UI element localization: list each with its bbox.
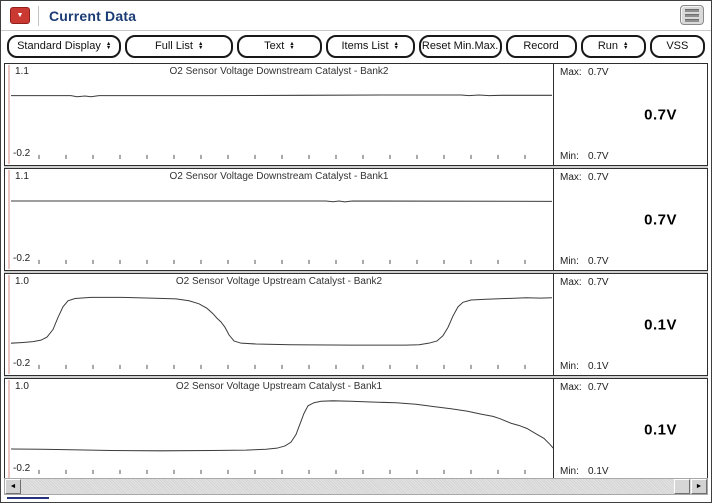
reset-minmax-button[interactable]: Reset Min.Max. <box>419 35 502 58</box>
max-readout: Max:0.7V <box>560 67 609 78</box>
menu-dropdown-icon: ▼ <box>17 12 24 19</box>
value-region: Max:0.7V 0.1V Min:0.1V <box>553 274 707 375</box>
min-value: 0.7V <box>588 256 609 267</box>
max-value: 0.7V <box>588 172 609 183</box>
max-value: 0.7V <box>588 277 609 288</box>
list-view-button[interactable] <box>680 5 704 25</box>
window-menu-button[interactable]: ▼ <box>10 7 30 24</box>
button-label: Items List <box>341 40 388 52</box>
chart-title: O2 Sensor Voltage Upstream Catalyst - Ba… <box>5 276 553 287</box>
chart-panel-upstream-bank2: 1.0 O2 Sensor Voltage Upstream Catalyst … <box>4 273 708 376</box>
min-readout: Min:0.7V <box>560 256 609 267</box>
max-value: 0.7V <box>588 67 609 78</box>
min-value: 0.7V <box>588 151 609 162</box>
display-mode-dropdown[interactable]: Standard Display ▲▼ <box>7 35 121 58</box>
current-value: 0.7V <box>644 106 677 123</box>
items-list-dropdown[interactable]: Items List ▲▼ <box>326 35 415 58</box>
list-view-icon <box>685 9 699 12</box>
horizontal-scrollbar[interactable]: ◄ ► <box>4 478 708 495</box>
view-type-dropdown[interactable]: Text ▲▼ <box>237 35 322 58</box>
min-label: Min: <box>560 361 588 372</box>
current-value: 0.1V <box>644 421 677 438</box>
chart-region: 1.0 O2 Sensor Voltage Upstream Catalyst … <box>5 274 553 375</box>
list-view-icon <box>685 14 699 17</box>
popup-arrows-icon: ▲▼ <box>289 42 294 51</box>
chart-title: O2 Sensor Voltage Downstream Catalyst - … <box>5 66 553 77</box>
y-axis-min-label: -0.2 <box>13 253 30 264</box>
button-label: Text <box>264 40 284 52</box>
scroll-left-icon: ◄ <box>10 483 17 490</box>
max-readout: Max:0.7V <box>560 277 609 288</box>
chart-panels: 1.1 O2 Sensor Voltage Downstream Catalys… <box>4 63 708 481</box>
min-value: 0.1V <box>588 361 609 372</box>
y-axis-min-label: -0.2 <box>13 463 30 474</box>
min-label: Min: <box>560 466 588 477</box>
popup-arrows-icon: ▲▼ <box>623 42 628 51</box>
popup-arrows-icon: ▲▼ <box>106 42 111 51</box>
title-separator <box>38 6 39 26</box>
current-value: 0.1V <box>644 316 677 333</box>
page-title: Current Data <box>49 8 136 24</box>
min-readout: Min:0.1V <box>560 361 609 372</box>
button-label: VSS <box>666 40 688 52</box>
button-label: Full List <box>155 40 193 52</box>
vss-button[interactable]: VSS <box>650 35 705 58</box>
record-button[interactable]: Record <box>506 35 577 58</box>
scrollbar-thumb[interactable] <box>674 479 690 494</box>
min-value: 0.1V <box>588 466 609 477</box>
max-label: Max: <box>560 277 588 288</box>
max-label: Max: <box>560 382 588 393</box>
min-label: Min: <box>560 256 588 267</box>
popup-arrows-icon: ▲▼ <box>198 42 203 51</box>
scroll-right-icon: ► <box>696 483 703 490</box>
current-value: 0.7V <box>644 211 677 228</box>
max-label: Max: <box>560 67 588 78</box>
scroll-right-button[interactable]: ► <box>691 479 707 494</box>
chart-panel-downstream-bank2: 1.1 O2 Sensor Voltage Downstream Catalys… <box>4 63 708 166</box>
scroll-left-button[interactable]: ◄ <box>5 479 21 494</box>
chart-title: O2 Sensor Voltage Downstream Catalyst - … <box>5 171 553 182</box>
waveform-plot <box>5 379 553 480</box>
chart-panel-downstream-bank1: 1.1 O2 Sensor Voltage Downstream Catalys… <box>4 168 708 271</box>
list-filter-dropdown[interactable]: Full List ▲▼ <box>125 35 233 58</box>
chart-region: 1.0 O2 Sensor Voltage Upstream Catalyst … <box>5 379 553 480</box>
chart-title: O2 Sensor Voltage Upstream Catalyst - Ba… <box>5 381 553 392</box>
min-readout: Min:0.1V <box>560 466 609 477</box>
button-label: Standard Display <box>17 40 101 52</box>
waveform-plot <box>5 64 553 165</box>
popup-arrows-icon: ▲▼ <box>394 42 399 51</box>
button-label: Record <box>523 40 558 52</box>
y-axis-min-label: -0.2 <box>13 358 30 369</box>
current-data-window: ▼ Current Data Standard Display ▲▼ Full … <box>0 0 712 503</box>
chart-panel-upstream-bank1: 1.0 O2 Sensor Voltage Upstream Catalyst … <box>4 378 708 481</box>
chart-region: 1.1 O2 Sensor Voltage Downstream Catalys… <box>5 169 553 270</box>
button-label: Run <box>598 40 618 52</box>
max-readout: Max:0.7V <box>560 172 609 183</box>
chart-region: 1.1 O2 Sensor Voltage Downstream Catalys… <box>5 64 553 165</box>
value-region: Max:0.7V 0.1V Min:0.1V <box>553 379 707 480</box>
window-edge-accent <box>7 497 49 499</box>
waveform-plot <box>5 274 553 375</box>
max-label: Max: <box>560 172 588 183</box>
value-region: Max:0.7V 0.7V Min:0.7V <box>553 169 707 270</box>
waveform-plot <box>5 169 553 270</box>
y-axis-min-label: -0.2 <box>13 148 30 159</box>
min-label: Min: <box>560 151 588 162</box>
value-region: Max:0.7V 0.7V Min:0.7V <box>553 64 707 165</box>
toolbar: Standard Display ▲▼ Full List ▲▼ Text ▲▼… <box>1 31 711 61</box>
max-readout: Max:0.7V <box>560 382 609 393</box>
max-value: 0.7V <box>588 382 609 393</box>
title-bar: ▼ Current Data <box>1 1 711 31</box>
button-label: Reset Min.Max. <box>422 40 498 52</box>
min-readout: Min:0.7V <box>560 151 609 162</box>
list-view-icon <box>685 19 699 22</box>
run-dropdown[interactable]: Run ▲▼ <box>581 35 646 58</box>
